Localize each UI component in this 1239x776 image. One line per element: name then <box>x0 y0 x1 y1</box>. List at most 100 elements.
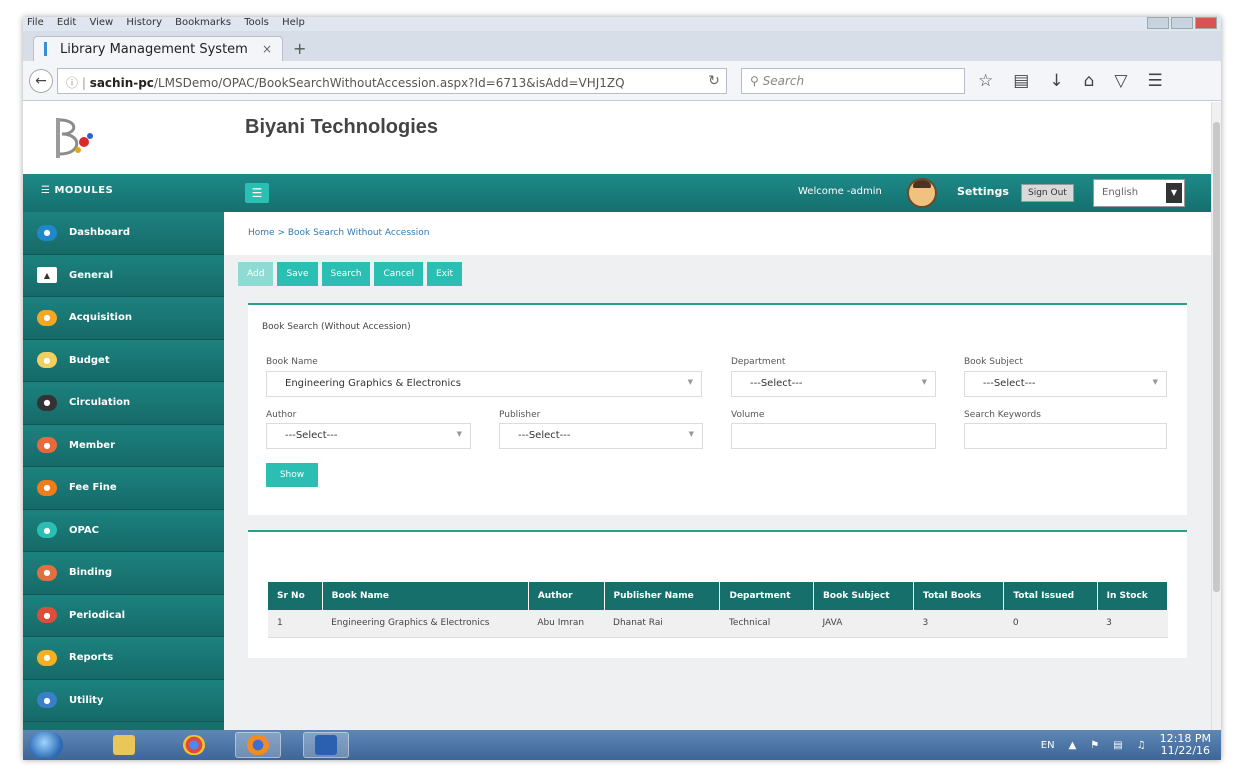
volume-label: Volume <box>731 410 765 420</box>
form-title: Book Search (Without Accession) <box>262 322 411 332</box>
menu-file[interactable]: File <box>27 17 44 28</box>
sidebar-item-dashboard[interactable]: ● Dashboard <box>23 212 224 255</box>
publisher-label: Publisher <box>499 410 541 420</box>
menu-edit[interactable]: Edit <box>57 17 76 28</box>
network-icon[interactable]: ▤ <box>1113 740 1122 751</box>
browser-tab[interactable]: Library Management System × <box>33 36 283 61</box>
opac-icon: ● <box>37 522 57 539</box>
bookmarks-list-icon[interactable]: ▤ <box>1013 71 1029 91</box>
pocket-icon[interactable]: ▽ <box>1114 71 1127 91</box>
results-panel: Sr No Book Name Author Publisher Name De… <box>248 530 1187 658</box>
cancel-button[interactable]: Cancel <box>374 262 423 286</box>
book-name-value: Engineering Graphics & Electronics <box>285 378 461 389</box>
address-bar[interactable]: ⓘ | sachin-pc/LMSDemo/OPAC/BookSearchWit… <box>57 68 727 94</box>
sidebar-item-general[interactable]: ▲ General <box>23 254 224 297</box>
search-keywords-input[interactable] <box>964 423 1167 449</box>
hamburger-menu-icon[interactable]: ☰ <box>1147 71 1162 91</box>
app-topbar: ☰ MODULES ☰ Welcome -admin Settings Sign… <box>23 174 1211 212</box>
flag-icon[interactable]: ⚑ <box>1090 740 1099 751</box>
home-icon[interactable]: ⌂ <box>1084 71 1095 91</box>
table-cell: Technical <box>719 610 814 638</box>
sidebar-item-budget[interactable]: ● Budget <box>23 339 224 382</box>
book-subject-select[interactable]: ---Select--- ▼ <box>964 371 1167 397</box>
menu-help[interactable]: Help <box>282 17 305 28</box>
language-indicator[interactable]: EN <box>1041 740 1055 751</box>
sign-out-button[interactable]: Sign Out <box>1021 184 1074 202</box>
sidebar-item-label: Member <box>69 439 116 451</box>
browser-search-input[interactable]: ⚲ Search <box>741 68 965 94</box>
add-button[interactable]: Add <box>238 262 274 286</box>
reload-icon[interactable]: ↻ <box>699 68 729 94</box>
sidebar-item-label: Binding <box>69 567 113 579</box>
publisher-select[interactable]: ---Select--- ▼ <box>499 423 703 449</box>
close-window-button[interactable] <box>1195 17 1217 29</box>
bookmark-star-icon[interactable]: ☆ <box>978 71 993 91</box>
clock[interactable]: 12:18 PM 11/22/16 <box>1160 733 1211 757</box>
maximize-button[interactable] <box>1171 17 1193 29</box>
save-button[interactable]: Save <box>277 262 318 286</box>
search-icon: ⚲ <box>750 74 759 88</box>
sidebar-item-circulation[interactable]: ● Circulation <box>23 382 224 425</box>
sidebar-item-opac[interactable]: ● OPAC <box>23 509 224 552</box>
sidebar-item-label: Acquisition <box>69 312 132 324</box>
firefox-taskbar-icon[interactable] <box>235 732 281 758</box>
download-icon[interactable]: ↓ <box>1049 71 1063 91</box>
word-taskbar-icon[interactable] <box>303 732 349 758</box>
language-select[interactable]: English ▼ <box>1093 179 1185 207</box>
tab-close-icon[interactable]: × <box>262 42 272 56</box>
settings-link[interactable]: Settings <box>957 185 1009 198</box>
sidebar-item-utility[interactable]: ● Utility <box>23 679 224 722</box>
sidebar-item-reports[interactable]: ● Reports <box>23 637 224 680</box>
tab-strip: Library Management System × + <box>23 31 1221 61</box>
sidebar-item-member[interactable]: ● Member <box>23 424 224 467</box>
sidebar-item-label: Periodical <box>69 609 126 621</box>
book-subject-value: ---Select--- <box>983 378 1036 389</box>
show-button[interactable]: Show <box>266 463 318 487</box>
search-form-panel: Book Search (Without Accession) Book Nam… <box>248 303 1187 515</box>
menu-history[interactable]: History <box>126 17 162 28</box>
author-select[interactable]: ---Select--- ▼ <box>266 423 471 449</box>
chevron-down-icon: ▼ <box>456 430 462 438</box>
book-name-select[interactable]: Engineering Graphics & Electronics ▼ <box>266 371 702 397</box>
acquisition-icon: ● <box>37 309 57 326</box>
back-arrow-icon[interactable]: ← <box>29 69 53 93</box>
volume-input[interactable] <box>731 423 936 449</box>
sidebar-item-binding[interactable]: ● Binding <box>23 552 224 595</box>
exit-button[interactable]: Exit <box>426 262 462 286</box>
screenshot-frame: File Edit View History Bookmarks Tools H… <box>23 17 1221 760</box>
table-row[interactable]: 1 Engineering Graphics & Electronics Abu… <box>268 610 1168 638</box>
menu-tools[interactable]: Tools <box>244 17 269 28</box>
chrome-taskbar-icon[interactable] <box>171 732 217 758</box>
minimize-button[interactable] <box>1147 17 1169 29</box>
book-subject-label: Book Subject <box>964 357 1023 367</box>
url-path: /LMSDemo/OPAC/BookSearchWithoutAccession… <box>153 76 625 90</box>
department-select[interactable]: ---Select--- ▼ <box>731 371 936 397</box>
menu-view[interactable]: View <box>89 17 113 28</box>
browser-navbar: ← ⓘ | sachin-pc/LMSDemo/OPAC/BookSearchW… <box>23 61 1221 101</box>
sidebar-item-fee-fine[interactable]: ● Fee Fine <box>23 467 224 510</box>
biyani-logo <box>48 112 100 164</box>
user-avatar[interactable] <box>907 178 937 208</box>
budget-icon: ● <box>37 352 57 369</box>
breadcrumb[interactable]: Home > Book Search Without Accession <box>248 228 429 238</box>
sidebar-item-acquisition[interactable]: ● Acquisition <box>23 297 224 340</box>
menu-toggle-button[interactable]: ☰ <box>245 183 269 203</box>
member-icon: ● <box>37 437 57 454</box>
info-icon[interactable]: ⓘ | <box>66 76 90 90</box>
tray-expand-icon[interactable]: ▲ <box>1069 740 1077 751</box>
search-button[interactable]: Search <box>321 262 371 286</box>
volume-icon[interactable]: ♫ <box>1137 740 1146 751</box>
start-button[interactable] <box>29 732 63 758</box>
windows-taskbar: EN ▲ ⚑ ▤ ♫ 12:18 PM 11/22/16 <box>23 730 1221 760</box>
sidebar-item-periodical[interactable]: ● Periodical <box>23 594 224 637</box>
scrollbar-thumb[interactable] <box>1213 122 1220 592</box>
page-scrollbar[interactable] <box>1211 102 1221 730</box>
menu-bookmarks[interactable]: Bookmarks <box>175 17 231 28</box>
explorer-taskbar-icon[interactable] <box>101 732 147 758</box>
reports-icon: ● <box>37 649 57 666</box>
column-header: Publisher Name <box>604 582 721 610</box>
new-tab-button[interactable]: + <box>293 39 306 58</box>
dashboard-icon: ● <box>37 224 57 241</box>
main-content: Home > Book Search Without Accession Add… <box>224 212 1211 730</box>
chevron-down-icon: ▼ <box>687 378 693 386</box>
